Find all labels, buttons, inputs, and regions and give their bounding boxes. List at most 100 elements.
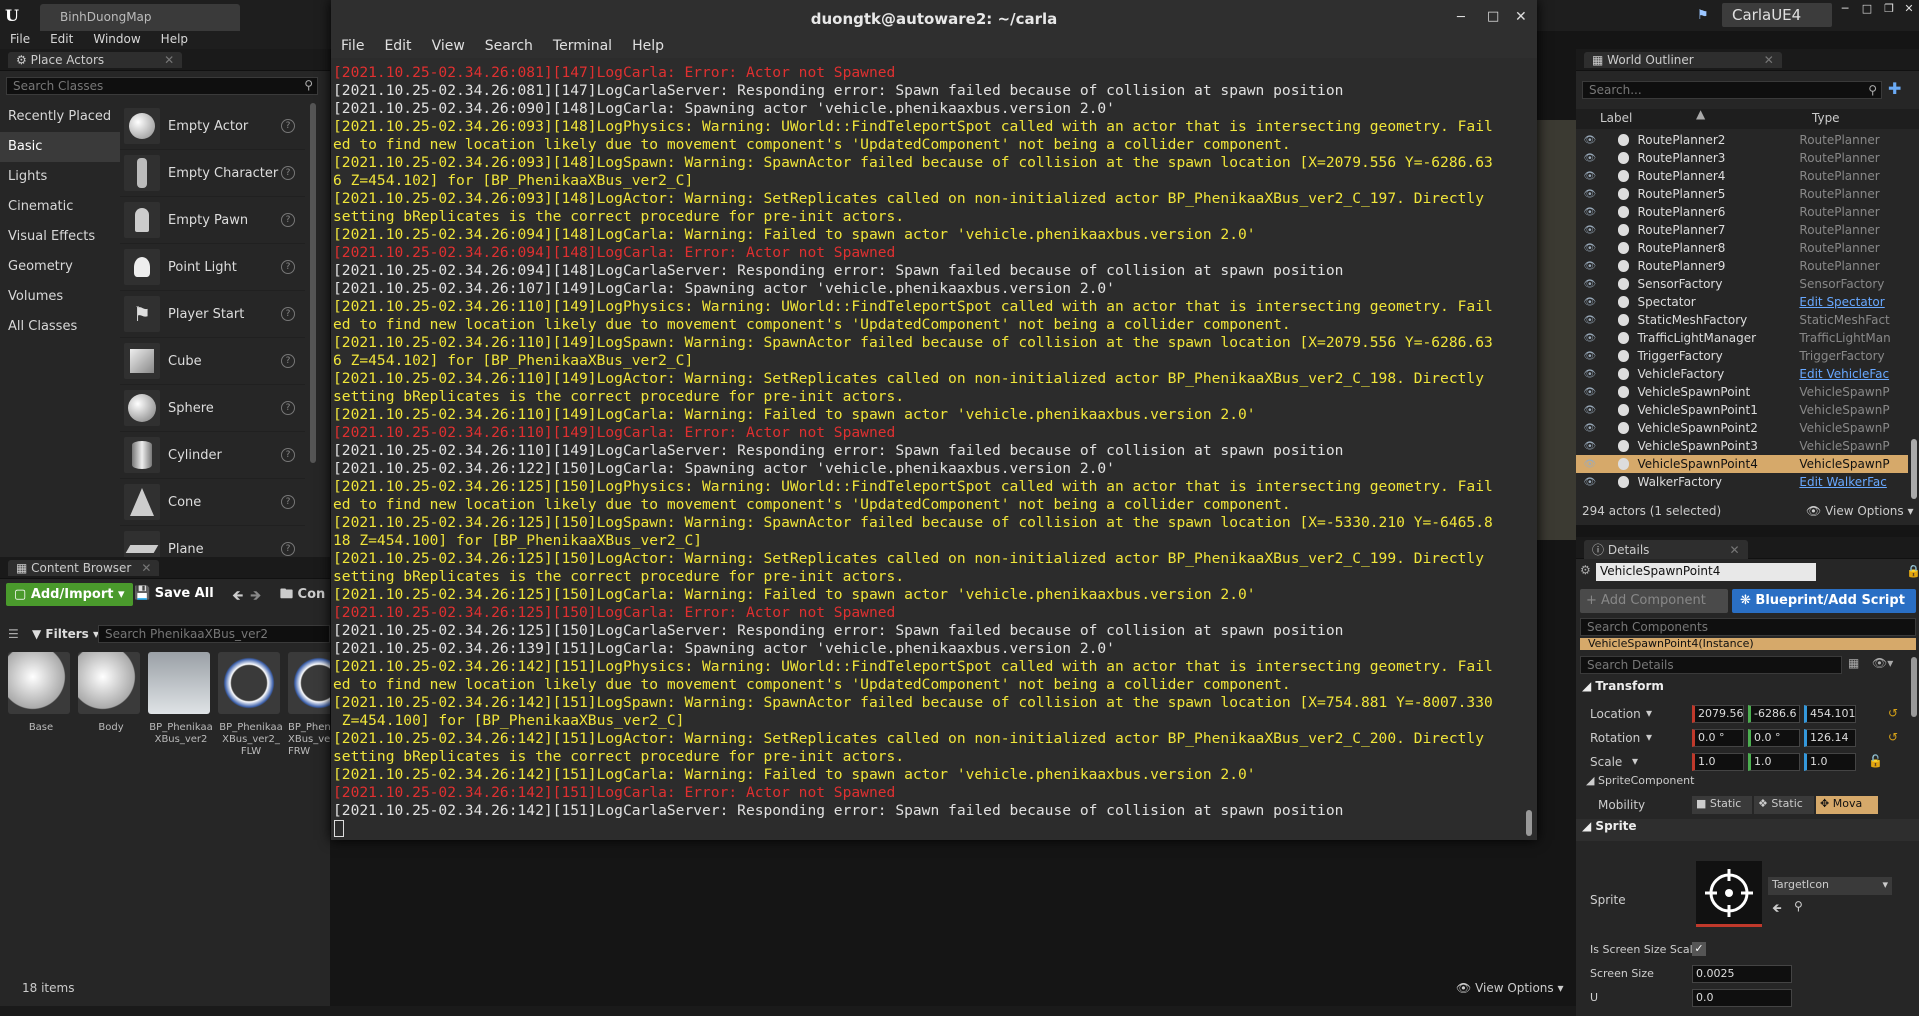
visibility-eye-icon[interactable]: 👁 bbox=[1576, 369, 1604, 380]
help-icon[interactable]: ? bbox=[281, 260, 295, 274]
outliner-row[interactable]: 👁 VehicleSpawnPoint3 VehicleSpawnP bbox=[1576, 437, 1908, 455]
place-actors-tab[interactable]: ⚙ Place Actors ✕ bbox=[0, 49, 330, 71]
category-visual-effects[interactable]: Visual Effects bbox=[0, 222, 120, 252]
terminal-close-icon[interactable]: ✕ bbox=[1515, 9, 1527, 25]
mobility-movable-button[interactable]: ✥ Mova bbox=[1816, 796, 1878, 814]
outliner-row-type[interactable]: Edit WalkerFac bbox=[1799, 475, 1908, 489]
outliner-row[interactable]: 👁 RoutePlanner5 RoutePlanner bbox=[1576, 185, 1908, 203]
menu-edit[interactable]: Edit bbox=[40, 31, 83, 49]
maximize-icon[interactable]: □ bbox=[1857, 2, 1877, 16]
outliner-row[interactable]: 👁 VehicleSpawnPoint VehicleSpawnP bbox=[1576, 383, 1908, 401]
outliner-row[interactable]: 👁 VehicleSpawnPoint1 VehicleSpawnP bbox=[1576, 401, 1908, 419]
actor-item[interactable]: Empty Character? bbox=[120, 150, 305, 197]
asset-tile[interactable]: Base bbox=[8, 652, 74, 734]
rotation-z[interactable]: 126.14 bbox=[1804, 729, 1856, 747]
search-classes-input[interactable]: Search Classes ⚲ bbox=[6, 77, 318, 95]
screen-size-scaled-checkbox[interactable]: ✓ bbox=[1692, 942, 1706, 956]
u-input[interactable]: 0.0 bbox=[1692, 989, 1792, 1007]
terminal-output[interactable]: [2021.10.25-02.34.26:081][147]LogCarla: … bbox=[333, 64, 1523, 840]
visibility-eye-icon[interactable]: 👁 bbox=[1576, 261, 1604, 272]
asset-tile[interactable]: BP_Phenikaa XBus_ver2_ FLW bbox=[218, 652, 284, 758]
help-icon[interactable]: ? bbox=[281, 401, 295, 415]
tab-close-icon[interactable]: ✕ bbox=[1729, 543, 1739, 557]
help-icon[interactable]: ? bbox=[281, 495, 295, 509]
add-folder-icon[interactable]: ✚ bbox=[1888, 79, 1901, 98]
help-icon[interactable]: ? bbox=[281, 166, 295, 180]
outliner-row[interactable]: 👁 TrafficLightManager TrafficLightMan bbox=[1576, 329, 1908, 347]
menu-help[interactable]: Help bbox=[151, 31, 198, 49]
forward-icon[interactable]: 🡺 bbox=[250, 585, 261, 609]
lock-icon[interactable]: 🔓 bbox=[1868, 754, 1883, 768]
dropdown-arrow-icon[interactable]: ▾ bbox=[1632, 754, 1638, 768]
browse-search-icon[interactable]: ⚲ bbox=[1794, 899, 1803, 913]
category-lights[interactable]: Lights bbox=[0, 162, 120, 192]
outliner-row[interactable]: 👁 RoutePlanner9 RoutePlanner bbox=[1576, 257, 1908, 275]
help-icon[interactable]: ? bbox=[281, 354, 295, 368]
outliner-row[interactable]: 👁 RoutePlanner4 RoutePlanner bbox=[1576, 167, 1908, 185]
blueprint-add-script-button[interactable]: ❋ Blueprint/Add Script bbox=[1732, 589, 1916, 613]
help-icon[interactable]: ? bbox=[281, 307, 295, 321]
mobility-static-button[interactable]: ■ Static bbox=[1692, 796, 1752, 814]
asset-tile[interactable]: BP_Phen XBus_ve FRW bbox=[288, 652, 330, 758]
content-view-options-button[interactable]: 👁 View Options ▾ bbox=[1456, 981, 1564, 995]
visibility-eye-icon[interactable]: 👁 bbox=[1576, 297, 1604, 308]
restore-icon[interactable]: ❐ bbox=[1879, 2, 1899, 16]
menu-window[interactable]: Window bbox=[83, 31, 150, 49]
terminal-menu-view[interactable]: View bbox=[422, 38, 475, 58]
visibility-eye-icon[interactable]: 👁 bbox=[1576, 387, 1604, 398]
details-tab[interactable]: ⓘ Details ✕ bbox=[1576, 537, 1919, 559]
visibility-eye-icon[interactable]: 👁 bbox=[1576, 405, 1604, 416]
path-breadcrumb[interactable]: 🖿 Con bbox=[280, 585, 325, 607]
reset-arrow-icon[interactable]: ↺ bbox=[1888, 706, 1898, 720]
outliner-row-type[interactable]: Edit VehicleFac bbox=[1799, 367, 1908, 381]
content-search-input[interactable]: Search PhenikaaXBus_ver2 bbox=[98, 625, 330, 643]
dropdown-arrow-icon[interactable]: ▾ bbox=[1646, 706, 1652, 720]
type-column-header[interactable]: Type bbox=[1812, 111, 1840, 125]
place-actors-scrollbar[interactable] bbox=[310, 103, 316, 463]
category-all-classes[interactable]: All Classes bbox=[0, 312, 120, 342]
transform-section[interactable]: ◢ Transform bbox=[1576, 679, 1919, 701]
menu-file[interactable]: File bbox=[0, 31, 40, 49]
tab-close-icon[interactable]: ✕ bbox=[141, 561, 151, 575]
reset-arrow-icon[interactable]: ↺ bbox=[1888, 730, 1898, 744]
category-cinematic[interactable]: Cinematic bbox=[0, 192, 120, 222]
visibility-eye-icon[interactable]: 👁 bbox=[1576, 441, 1604, 452]
eye-icon[interactable]: 👁▾ bbox=[1872, 656, 1893, 670]
outliner-row[interactable]: 👁 TriggerFactory TriggerFactory bbox=[1576, 347, 1908, 365]
terminal-maximize-icon[interactable]: □ bbox=[1487, 9, 1499, 24]
rotation-x[interactable]: 0.0 ° bbox=[1692, 729, 1744, 747]
dropdown-arrow-icon[interactable]: ▾ bbox=[1646, 730, 1652, 744]
terminal-menu-edit[interactable]: Edit bbox=[374, 38, 421, 58]
category-volumes[interactable]: Volumes bbox=[0, 282, 120, 312]
visibility-eye-icon[interactable]: 👁 bbox=[1576, 153, 1604, 164]
back-icon[interactable]: 🡸 bbox=[232, 585, 243, 609]
scale-x[interactable]: 1.0 bbox=[1692, 753, 1744, 771]
actor-item[interactable]: Empty Pawn? bbox=[120, 197, 305, 244]
actor-name-input[interactable]: VehicleSpawnPoint4 bbox=[1596, 563, 1816, 581]
category-basic[interactable]: Basic bbox=[0, 132, 120, 162]
mobility-stationary-button[interactable]: ❖ Static bbox=[1754, 796, 1814, 814]
visibility-eye-icon[interactable]: 👁 bbox=[1576, 171, 1604, 182]
outliner-row[interactable]: 👁 VehicleSpawnPoint2 VehicleSpawnP bbox=[1576, 419, 1908, 437]
scale-y[interactable]: 1.0 bbox=[1748, 753, 1800, 771]
lock-icon[interactable]: 🔒 bbox=[1906, 564, 1919, 578]
help-icon[interactable]: ? bbox=[281, 119, 295, 133]
source-control-icon[interactable]: ⚑ bbox=[1697, 8, 1709, 23]
visibility-eye-icon[interactable]: 👁 bbox=[1576, 459, 1604, 470]
terminal-menu-help[interactable]: Help bbox=[622, 38, 674, 58]
asset-tile[interactable]: BP_Phenikaa XBus_ver2 bbox=[148, 652, 214, 746]
screen-size-input[interactable]: 0.0025 bbox=[1692, 965, 1792, 983]
terminal-minimize-icon[interactable]: ─ bbox=[1457, 10, 1465, 25]
outliner-row[interactable]: 👁 StaticMeshFactory StaticMeshFact bbox=[1576, 311, 1908, 329]
category-geometry[interactable]: Geometry bbox=[0, 252, 120, 282]
grid-view-icon[interactable]: ▦ bbox=[1848, 656, 1859, 670]
outliner-scrollbar[interactable] bbox=[1911, 439, 1917, 499]
add-import-button[interactable]: ▢ Add/Import ▾ bbox=[6, 583, 133, 606]
help-icon[interactable]: ? bbox=[281, 213, 295, 227]
actor-item[interactable]: Cone? bbox=[120, 479, 305, 526]
visibility-eye-icon[interactable]: 👁 bbox=[1576, 225, 1604, 236]
actor-item[interactable]: ⚑ Player Start? bbox=[120, 291, 305, 338]
visibility-eye-icon[interactable]: 👁 bbox=[1576, 189, 1604, 200]
sprite-section[interactable]: ◢ Sprite bbox=[1576, 819, 1919, 841]
outliner-row[interactable]: 👁 SensorFactory SensorFactory bbox=[1576, 275, 1908, 293]
